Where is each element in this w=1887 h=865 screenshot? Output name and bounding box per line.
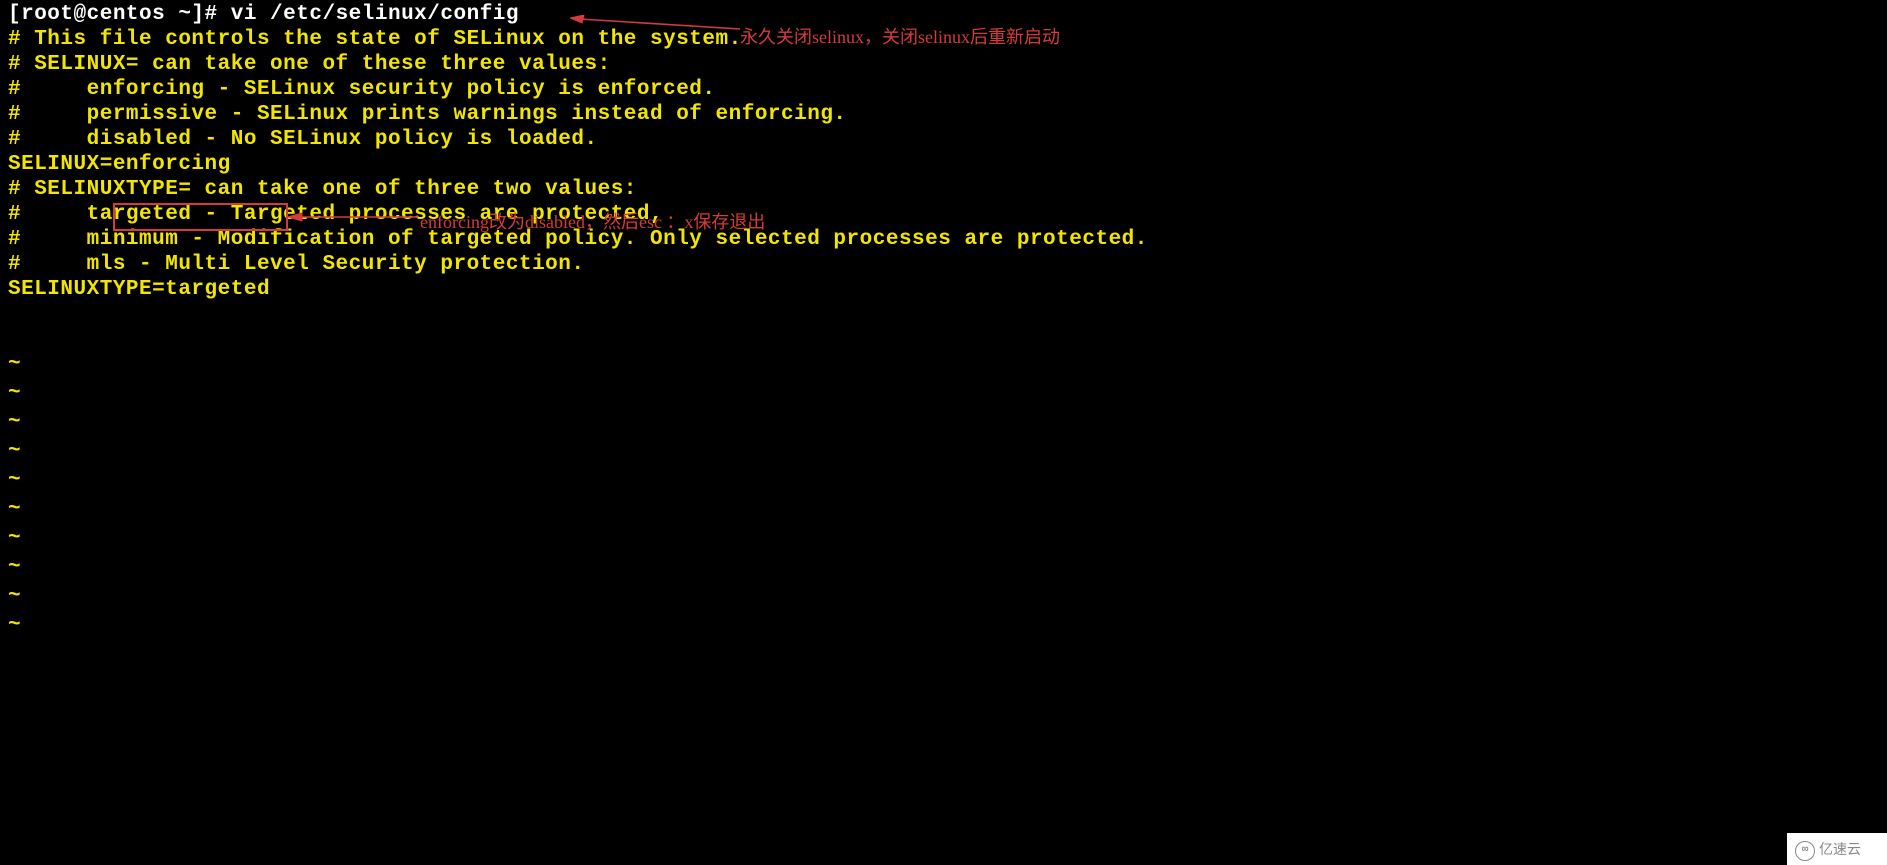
annotation-arrow-middle <box>288 212 418 222</box>
vi-tilde-line: ~ <box>8 611 1879 640</box>
annotation-arrow-top <box>570 15 740 33</box>
file-line-selinux[interactable]: SELINUX=enforcing <box>8 152 1879 177</box>
file-line[interactable]: # SELINUX= can take one of these three v… <box>8 52 1879 77</box>
vi-tilde-line: ~ <box>8 553 1879 582</box>
vi-tilde-line: ~ <box>8 524 1879 553</box>
vi-command: vi /etc/selinux/config <box>231 3 519 26</box>
vi-tilde-line: ~ <box>8 495 1879 524</box>
file-line[interactable]: SELINUXTYPE=targeted <box>8 277 1879 302</box>
vi-tilde-line: ~ <box>8 437 1879 466</box>
vi-tilde-line: ~ <box>8 350 1879 379</box>
watermark-icon: ∞ <box>1795 841 1815 861</box>
file-line[interactable]: # mls - Multi Level Security protection. <box>8 252 1879 277</box>
command-prompt-line[interactable]: [root@centos ~]# vi /etc/selinux/config <box>8 2 1879 27</box>
file-line[interactable]: # SELINUXTYPE= can take one of three two… <box>8 177 1879 202</box>
file-line[interactable]: # disabled - No SELinux policy is loaded… <box>8 127 1879 152</box>
annotation-note-top: 永久关闭selinux，关闭selinux后重新启动 <box>740 25 1060 50</box>
watermark-badge: ∞ 亿速云 <box>1787 833 1887 865</box>
watermark-text: 亿速云 <box>1819 838 1861 863</box>
file-line[interactable]: # enforcing - SELinux security policy is… <box>8 77 1879 102</box>
vi-tilde-line: ~ <box>8 408 1879 437</box>
vi-tilde-block: ~ ~ ~ ~ ~ ~ ~ ~ ~ ~ <box>8 350 1879 640</box>
annotation-note-middle: enforcing改为disabled，然后esc ：x保存退出 <box>420 210 765 235</box>
vi-tilde-line: ~ <box>8 582 1879 611</box>
shell-prompt: [root@centos ~]# <box>8 3 231 26</box>
vi-tilde-line: ~ <box>8 379 1879 408</box>
vi-tilde-line: ~ <box>8 466 1879 495</box>
file-line[interactable]: # minimum - Modification of targeted pol… <box>8 227 1879 252</box>
highlight-box-enforcing <box>113 203 288 231</box>
file-line[interactable]: # permissive - SELinux prints warnings i… <box>8 102 1879 127</box>
